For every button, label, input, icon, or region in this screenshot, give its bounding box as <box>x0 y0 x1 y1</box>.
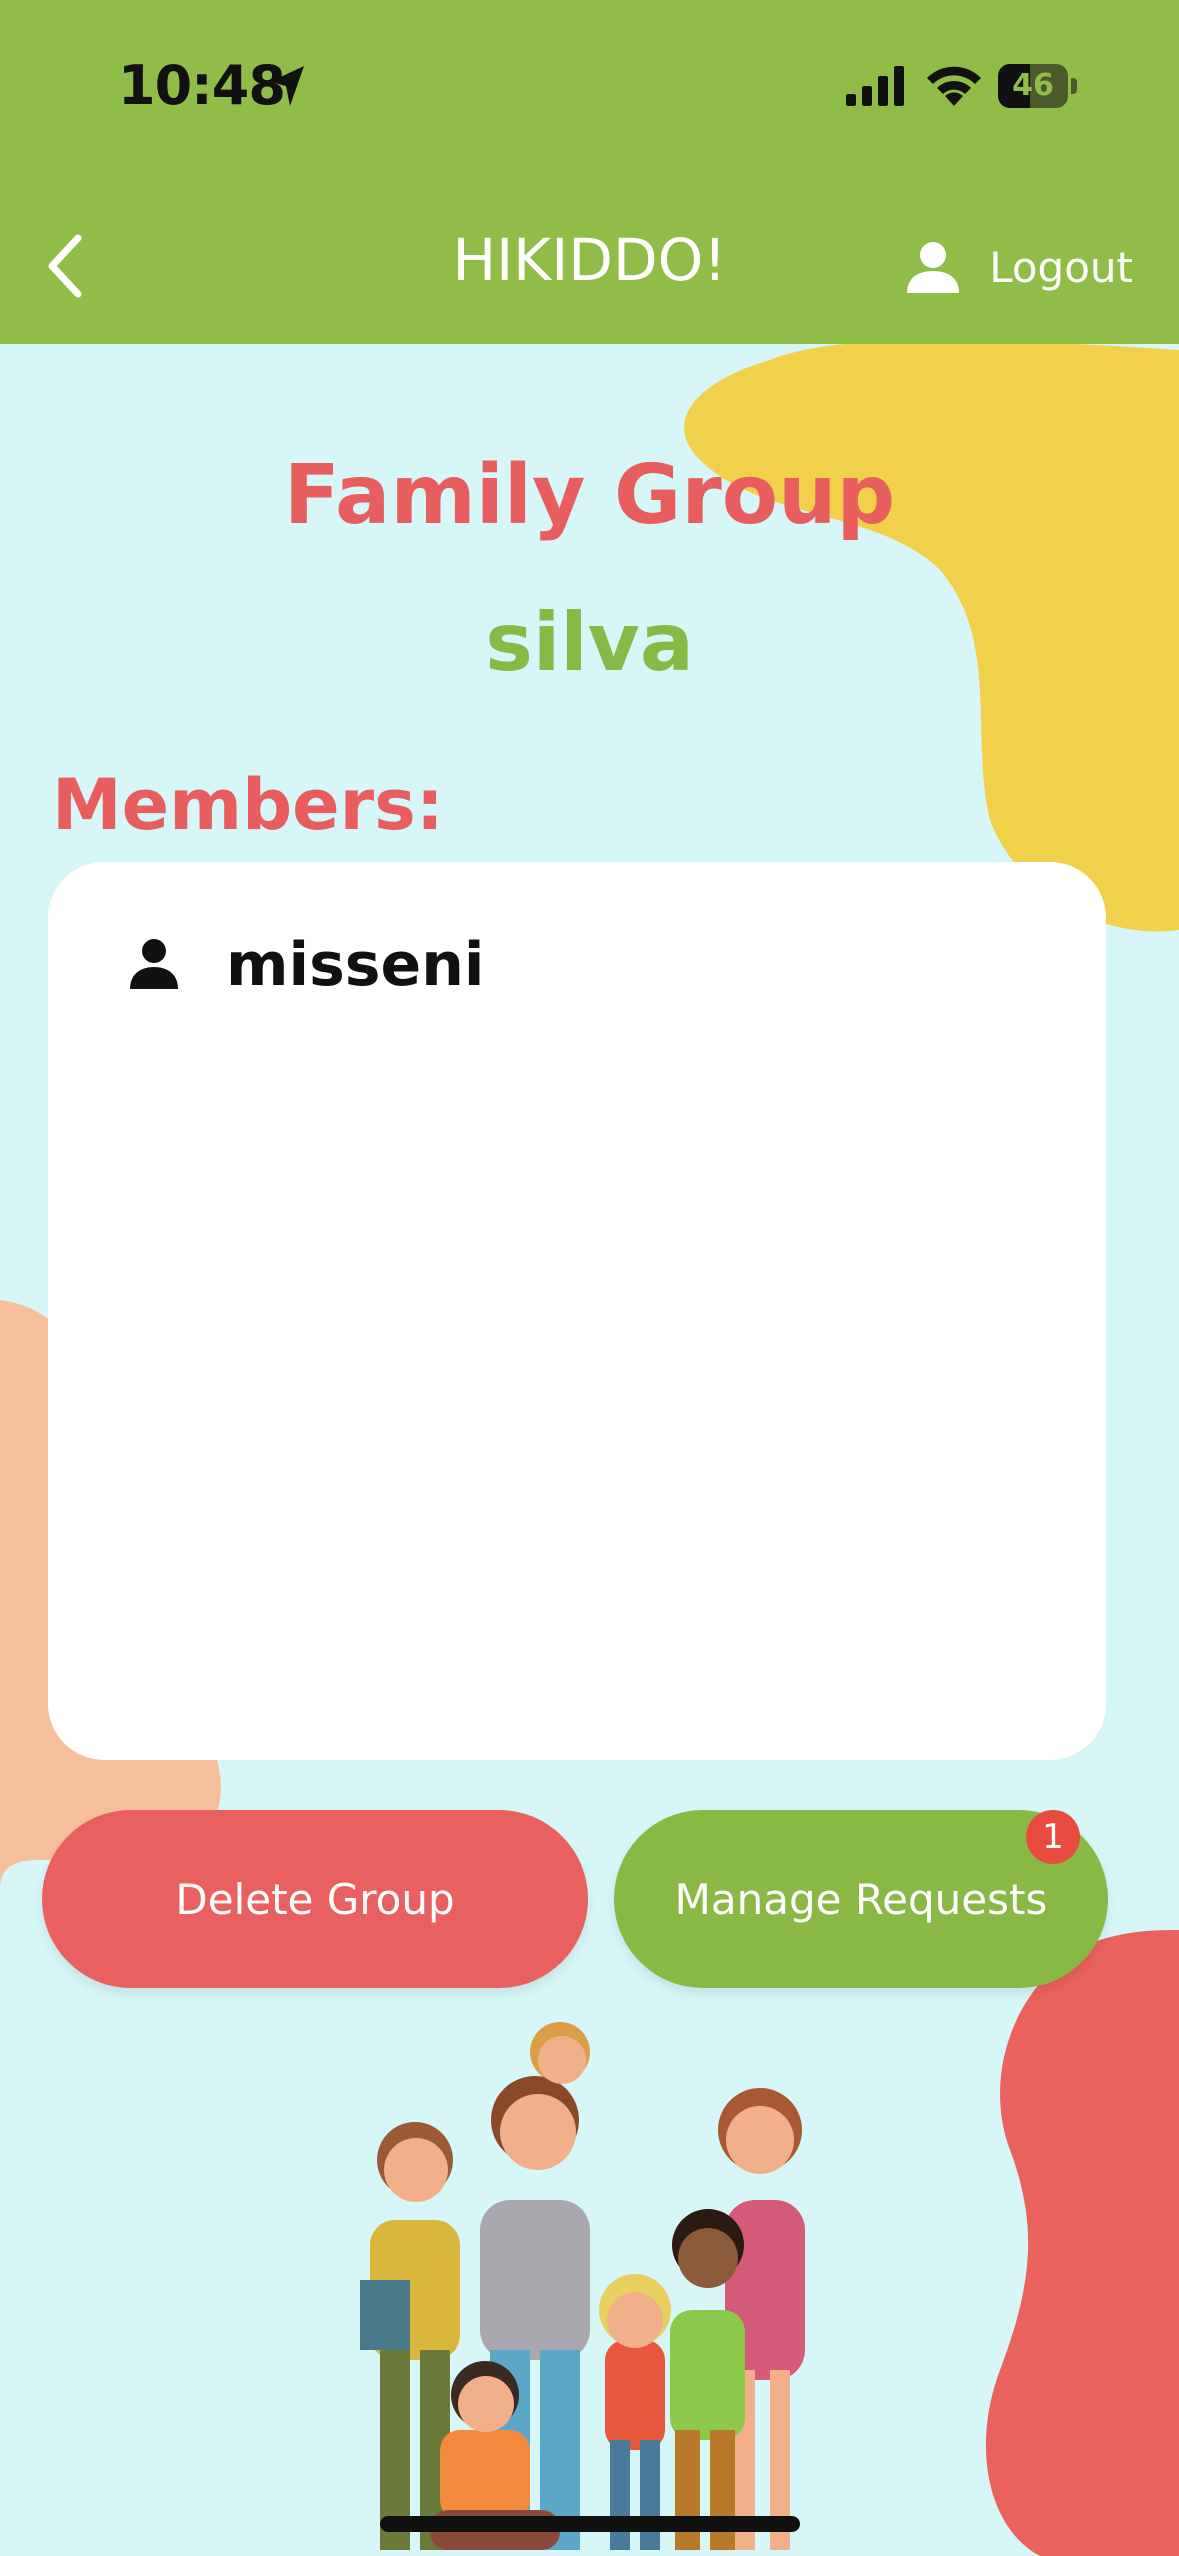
red-blob <box>985 1930 1179 2556</box>
user-icon <box>907 242 960 293</box>
battery-icon: 46 <box>998 64 1078 108</box>
members-list: misseni <box>48 862 1106 1760</box>
member-name: misseni <box>226 930 485 1000</box>
family-illustration <box>360 2022 805 2550</box>
signal-icon <box>846 66 904 106</box>
wifi-icon <box>927 66 981 106</box>
status-bar: 10:48 46 <box>0 0 1179 190</box>
location-arrow-icon <box>270 66 304 106</box>
page-title: Family Group <box>283 448 896 543</box>
delete-group-button[interactable]: Delete Group <box>42 1810 588 1988</box>
requests-count-badge: 1 <box>1026 1810 1080 1864</box>
member-user-icon <box>130 939 178 989</box>
home-indicator <box>380 2516 800 2532</box>
nav-bar: HIKIDDO! Logout <box>0 190 1179 344</box>
status-time: 10:48 <box>118 54 286 117</box>
members-label: Members: <box>52 764 444 846</box>
logout-button[interactable]: Logout <box>905 232 1133 302</box>
battery-level: 46 <box>1012 68 1054 103</box>
group-name: silva <box>485 596 694 689</box>
logout-label: Logout <box>989 242 1133 292</box>
list-item: misseni <box>126 930 485 1000</box>
